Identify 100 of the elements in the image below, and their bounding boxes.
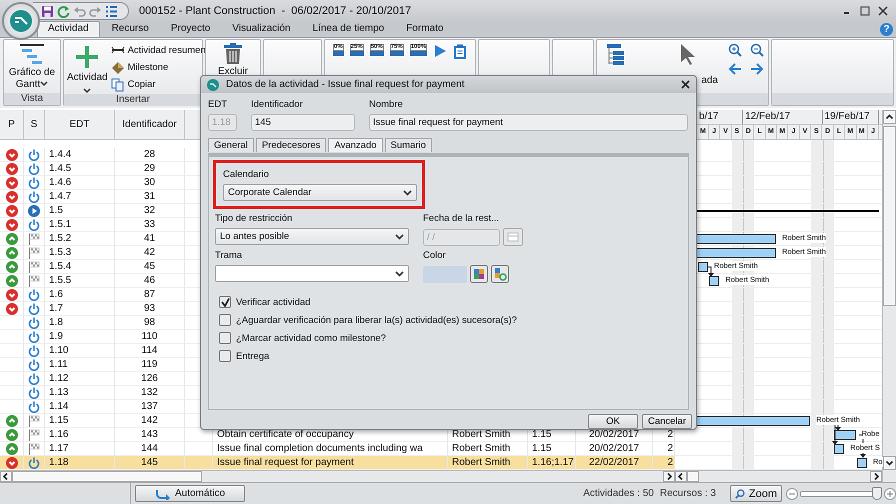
dialog-tab[interactable]: Predecesores (256, 138, 326, 152)
table-cell: 142 (115, 414, 185, 428)
zoom-out-icon[interactable] (750, 43, 764, 57)
table-cell: 1.9 (45, 330, 115, 344)
ribbon-tab[interactable]: Recurso (102, 22, 159, 37)
input-field[interactable]: 145 (251, 114, 355, 131)
column-header[interactable]: S (24, 110, 45, 140)
dropdown[interactable]: Corporate Calendar (223, 184, 417, 201)
column-header[interactable]: EDT (45, 110, 115, 140)
outline-icon[interactable] (605, 43, 625, 67)
checkbox[interactable] (219, 350, 231, 362)
save-icon[interactable] (41, 4, 54, 18)
dialog-button[interactable]: Cancelar (642, 414, 692, 429)
dialog-button[interactable]: OK (588, 414, 638, 429)
table-cell: 1.4.6 (45, 176, 115, 190)
dependency-line-icon (706, 266, 716, 278)
table-cell: 1.8 (45, 316, 115, 330)
scroll-thumb[interactable] (687, 471, 699, 482)
scroll-thumb[interactable] (12, 471, 202, 482)
task-bar[interactable] (834, 430, 856, 440)
close-icon[interactable] (681, 80, 690, 89)
table-cell: 32 (115, 204, 185, 218)
plus-icon[interactable] (884, 488, 896, 500)
play-icon[interactable] (433, 44, 448, 58)
field-label: Calendario (223, 169, 270, 181)
table-cell: 45 (115, 260, 185, 274)
table-cell: 143 (115, 428, 185, 442)
field-label: Fecha de la rest... (423, 213, 500, 225)
horizontal-scrollbar[interactable] (0, 470, 675, 482)
input-field[interactable]: Issue final request for payment (369, 114, 688, 131)
table-cell: 31 (115, 190, 185, 204)
mode-button[interactable]: Automático (135, 485, 245, 502)
task-bar[interactable] (698, 262, 708, 272)
checkbox[interactable] (219, 296, 231, 308)
check-icon (220, 298, 230, 306)
dialog-tab[interactable]: Sumario (384, 138, 432, 152)
dialog-tab[interactable]: General (208, 138, 254, 152)
checkbox[interactable] (219, 314, 231, 326)
add-activity-button[interactable]: Actividad (66, 43, 109, 94)
ribbon-button[interactable]: Actividad resumen (110, 43, 206, 58)
ribbon-tab[interactable]: Formato (396, 22, 454, 37)
table-cell: 1.4.4 (45, 148, 115, 162)
scroll-left-icon[interactable] (0, 471, 12, 482)
zoom-in-icon[interactable] (728, 43, 742, 57)
vertical-scrollbar[interactable] (882, 110, 896, 482)
scroll-thumb[interactable] (883, 126, 896, 306)
table-cell: 1.14 (45, 400, 115, 414)
checkbox[interactable] (219, 332, 231, 344)
horizontal-scrollbar[interactable] (675, 470, 882, 482)
column-header[interactable]: Identificador (115, 110, 185, 140)
maximize-icon[interactable] (860, 6, 870, 16)
ribbon-tab[interactable]: Actividad (37, 21, 100, 37)
scroll-up-icon[interactable] (883, 110, 896, 124)
close-icon[interactable] (878, 6, 888, 16)
gantt-chart-button[interactable]: Gráfico de Gantt (5, 43, 59, 91)
table-cell: 1.5 (45, 204, 115, 218)
ribbon-button[interactable]: Milestone (110, 60, 206, 75)
help-button[interactable]: ? (880, 23, 893, 36)
zoom-button[interactable]: Zoom (730, 485, 782, 502)
ribbon-button[interactable]: Copiar (110, 77, 206, 92)
dialog-tab[interactable]: Avanzado (328, 138, 383, 152)
cursor-icon[interactable] (680, 43, 696, 65)
ribbon-tab[interactable]: Visualización (222, 22, 300, 37)
list-icon[interactable] (105, 4, 118, 18)
arrow-right-icon[interactable] (750, 63, 764, 75)
delete-button[interactable]: Excluir (216, 43, 249, 78)
minus-icon[interactable] (786, 488, 798, 500)
table-cell: 33 (115, 218, 185, 232)
ribbon-tab[interactable]: Línea de tiempo (302, 22, 394, 37)
dropdown[interactable]: Lo antes posible (215, 228, 409, 245)
palette-refresh-icon[interactable] (491, 265, 509, 283)
arrow-left-icon[interactable] (728, 63, 742, 75)
table-cell: 137 (115, 400, 185, 414)
task-bar[interactable] (709, 276, 720, 286)
task-bar[interactable] (856, 458, 867, 468)
table-cell: 1.5.2 (45, 232, 115, 246)
table-cell: 98 (115, 316, 185, 330)
week-label: 12/Feb/17 (745, 111, 790, 122)
table-row[interactable]: 1.18 145 Issue final request for payment Robert Smith 1.16;1.17 22/02/2017 2 (0, 456, 675, 470)
scroll-left-icon[interactable] (675, 471, 687, 482)
diamond-icon (110, 60, 125, 74)
ribbon-tab[interactable]: Proyecto (160, 22, 220, 37)
field-label: Identificador (251, 99, 304, 111)
field-label: Nombre (369, 99, 404, 111)
calendar-icon (503, 228, 523, 246)
table-cell: 1.7 (45, 302, 115, 316)
scroll-right-icon[interactable] (663, 471, 675, 482)
scroll-down-icon[interactable] (883, 456, 896, 470)
slider-thumb[interactable] (872, 486, 882, 500)
field-label: Tipo de restricción (215, 213, 294, 225)
scroll-right-icon[interactable] (870, 471, 882, 482)
table-cell: 110 (115, 330, 185, 344)
table-cell: 41 (115, 232, 185, 246)
table-cell: 46 (115, 274, 185, 288)
clipboard-icon[interactable] (453, 44, 468, 60)
palette-icon[interactable] (470, 265, 488, 283)
column-header[interactable]: P (0, 110, 24, 140)
table-cell: 132 (115, 386, 185, 400)
table-cell: 93 (115, 302, 185, 316)
caret-icon (403, 190, 412, 196)
